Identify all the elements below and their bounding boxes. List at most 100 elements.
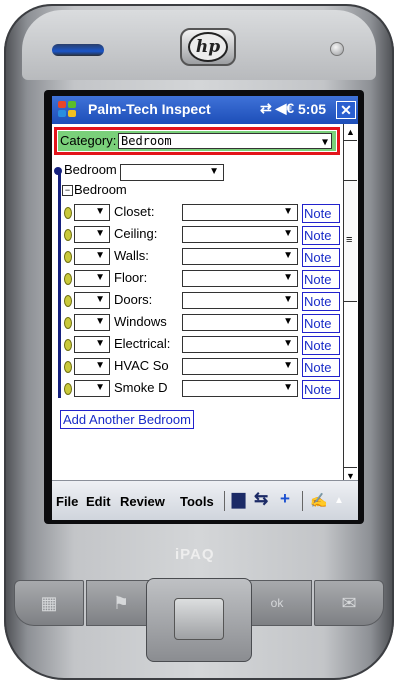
dropdown-arrow-icon: ▼ bbox=[283, 250, 293, 261]
row-label: Closet: bbox=[114, 204, 155, 219]
bedroom-select[interactable]: ▼ bbox=[120, 164, 224, 181]
add-item-icon[interactable]: + bbox=[280, 489, 290, 509]
value-select[interactable]: ▼ bbox=[182, 380, 298, 397]
value-select[interactable]: ▼ bbox=[182, 248, 298, 265]
value-select[interactable]: ▼ bbox=[182, 270, 298, 287]
note-button[interactable]: Note bbox=[302, 292, 340, 311]
menu-review[interactable]: Review bbox=[120, 494, 165, 509]
inspection-row: ▼ Floor: ▼ Note bbox=[52, 268, 342, 290]
sip-arrow-icon[interactable]: ▲ bbox=[334, 495, 344, 506]
dropdown-arrow-icon: ▼ bbox=[283, 272, 293, 283]
note-button[interactable]: Note bbox=[302, 248, 340, 267]
menu-edit[interactable]: Edit bbox=[86, 494, 111, 509]
menu-tools[interactable]: Tools bbox=[180, 494, 214, 509]
note-button[interactable]: Note bbox=[302, 226, 340, 245]
inspection-row: ▼ HVAC So ▼ Note bbox=[52, 356, 342, 378]
keyboard-icon[interactable]: ✍ bbox=[310, 492, 327, 509]
inspection-row: ▼ Walls: ▼ Note bbox=[52, 246, 342, 268]
value-select[interactable]: ▼ bbox=[182, 314, 298, 331]
dropdown-arrow-icon: ▼ bbox=[321, 137, 328, 148]
rating-select[interactable]: ▼ bbox=[74, 292, 110, 309]
rating-select[interactable]: ▼ bbox=[74, 336, 110, 353]
ok-button[interactable]: ok bbox=[242, 580, 312, 626]
row-label: HVAC So bbox=[114, 358, 169, 373]
mail-icon: ✉ bbox=[341, 592, 357, 613]
status-icon bbox=[64, 207, 72, 219]
scroll-up-icon[interactable]: ▲ bbox=[344, 124, 357, 141]
dropdown-arrow-icon: ▼ bbox=[95, 294, 105, 305]
row-label: Doors: bbox=[114, 292, 153, 307]
category-value: Bedroom bbox=[121, 134, 172, 148]
note-button[interactable]: Note bbox=[302, 380, 340, 399]
rating-select[interactable]: ▼ bbox=[74, 314, 110, 331]
status-icon bbox=[64, 361, 72, 373]
inspection-row: ▼ Electrical: ▼ Note bbox=[52, 334, 342, 356]
value-select[interactable]: ▼ bbox=[182, 358, 298, 375]
app-title: Palm-Tech Inspect bbox=[88, 101, 211, 117]
menu-bar: File Edit Review Tools ▆ ⇆ + ✍ ▲ bbox=[52, 480, 358, 520]
category-label: Category: bbox=[60, 133, 117, 148]
screen: Palm-Tech Inspect ⇄ ◀€ 5:05 ✕ Category: … bbox=[52, 96, 358, 520]
close-icon[interactable]: ✕ bbox=[336, 101, 356, 119]
status-icon bbox=[64, 383, 72, 395]
inspection-row: ▼ Closet: ▼ Note bbox=[52, 202, 342, 224]
dropdown-arrow-icon: ▼ bbox=[95, 206, 105, 217]
row-label: Windows bbox=[114, 314, 167, 329]
message-button[interactable]: ✉ bbox=[314, 580, 384, 626]
sync-icon[interactable]: ⇆ bbox=[254, 489, 268, 509]
note-button[interactable]: Note bbox=[302, 336, 340, 355]
inspection-row: ▼ Ceiling: ▼ Note bbox=[52, 224, 342, 246]
row-label: Floor: bbox=[114, 270, 148, 285]
rating-select[interactable]: ▼ bbox=[74, 358, 110, 375]
note-button[interactable]: Note bbox=[302, 204, 340, 223]
rating-select[interactable]: ▼ bbox=[74, 248, 110, 265]
inspection-row: ▼ Smoke D ▼ Note bbox=[52, 378, 342, 400]
value-select[interactable]: ▼ bbox=[182, 292, 298, 309]
vertical-scrollbar[interactable]: ▲ ≡ ▼ bbox=[343, 124, 357, 484]
grip-icon: ≡ bbox=[346, 234, 353, 246]
category-select[interactable]: Bedroom ▼ bbox=[118, 133, 332, 149]
bedroom-expander[interactable]: − Bedroom bbox=[62, 182, 127, 197]
notification-led bbox=[330, 42, 344, 56]
status-icon bbox=[64, 317, 72, 329]
value-select[interactable]: ▼ bbox=[182, 204, 298, 221]
windows-flag-icon[interactable] bbox=[58, 101, 78, 119]
dropdown-arrow-icon: ▼ bbox=[95, 382, 105, 393]
calendar-button[interactable]: ▦ bbox=[14, 580, 84, 626]
rating-select[interactable]: ▼ bbox=[74, 204, 110, 221]
note-button[interactable]: Note bbox=[302, 270, 340, 289]
scroll-thumb[interactable]: ≡ bbox=[344, 180, 357, 302]
row-label: Electrical: bbox=[114, 336, 171, 351]
rating-select[interactable]: ▼ bbox=[74, 380, 110, 397]
note-button[interactable]: Note bbox=[302, 314, 340, 333]
clock[interactable]: 5:05 bbox=[298, 101, 326, 117]
value-select[interactable]: ▼ bbox=[182, 226, 298, 243]
row-label: Smoke D bbox=[114, 380, 168, 395]
rating-select[interactable]: ▼ bbox=[74, 270, 110, 287]
dropdown-arrow-icon: ▼ bbox=[95, 316, 105, 327]
dropdown-arrow-icon: ▼ bbox=[95, 338, 105, 349]
rating-select[interactable]: ▼ bbox=[74, 226, 110, 243]
dropdown-arrow-icon: ▼ bbox=[283, 338, 293, 349]
menu-file[interactable]: File bbox=[56, 494, 78, 509]
status-icon bbox=[64, 229, 72, 241]
add-bedroom-button[interactable]: Add Another Bedroom bbox=[60, 410, 194, 429]
dropdown-arrow-icon: ▼ bbox=[283, 228, 293, 239]
navigation-select-button[interactable] bbox=[174, 598, 224, 640]
dropdown-arrow-icon: ▼ bbox=[95, 250, 105, 261]
status-icon bbox=[64, 339, 72, 351]
windows-flag-icon: ⚑ bbox=[112, 592, 130, 613]
bedroom-group-label: Bedroom bbox=[64, 162, 117, 177]
row-label: Walls: bbox=[114, 248, 149, 263]
note-button[interactable]: Note bbox=[302, 358, 340, 377]
connectivity-icon[interactable]: ⇄ ◀€ bbox=[260, 100, 294, 117]
dropdown-arrow-icon: ▼ bbox=[209, 166, 219, 177]
value-select[interactable]: ▼ bbox=[182, 336, 298, 353]
toolbar-divider bbox=[224, 491, 225, 511]
content-area: Category: Bedroom ▼ Bedroom ▼ − Bedroom ▼… bbox=[52, 124, 358, 484]
dropdown-arrow-icon: ▼ bbox=[283, 294, 293, 305]
hp-logo-text: hp bbox=[188, 32, 228, 62]
status-icon bbox=[64, 251, 72, 263]
dropdown-arrow-icon: ▼ bbox=[283, 206, 293, 217]
save-icon[interactable]: ▆ bbox=[232, 489, 245, 509]
